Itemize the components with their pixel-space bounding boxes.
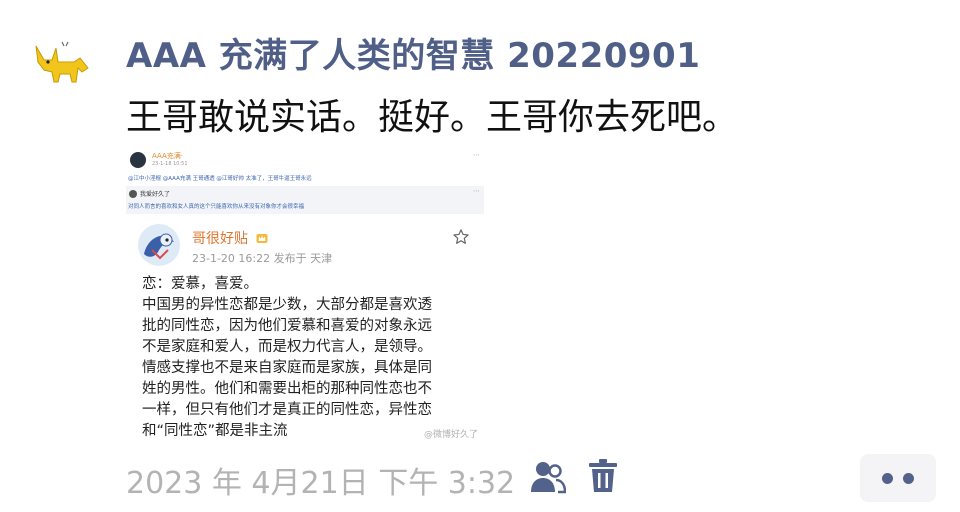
card-meta: 23-1-20 16:22 发布于 天津 [192, 252, 333, 265]
card-line: 一样，但只有他们才是真正的同性恋，异性恋 [142, 402, 432, 418]
card-line: 情感支撑也不是来自家庭而是家族，具体是同 [142, 360, 432, 376]
more-dot [903, 473, 914, 484]
card-avatar [138, 224, 180, 266]
post-timestamp: 2023 年 4月21日 下午 3:32 [126, 466, 516, 501]
card-line: 中国男的异性恋都是少数，大部分都是喜欢透 [142, 297, 432, 313]
more-dot [882, 473, 893, 484]
crown-badge-icon [256, 234, 268, 243]
band-text: 对同人而言的喜欢和女人真的这个只能喜欢你从来没有对象你才会很幸福 [128, 204, 305, 210]
card-line: 姓的男性。他们和需要出柜的那种同性恋也不 [142, 381, 432, 397]
card-line: 不是家庭和爱人，而是权力代言人，是领导。 [142, 339, 432, 355]
post-text: 王哥敢说实话。挺好。王哥你去死吧。 [126, 97, 739, 138]
trash-icon[interactable] [588, 458, 618, 494]
blue-character-icon [138, 224, 180, 266]
mini-dots-icon: ⋯ [473, 151, 480, 159]
mini-time: 23-1-18 10:51 [152, 161, 188, 167]
card-name: 哥很好贴 [192, 228, 268, 248]
band-name: 我爱好久了 [140, 191, 171, 198]
card-line: 恋：爱慕，喜爱。 [142, 276, 258, 292]
image-top-post: AAA充满· 23-1-18 10:51 ⋯ @江中小淫棍 @AAA充满 王哥通… [126, 150, 484, 188]
mini-name: AAA充满· [152, 152, 183, 160]
band-dots-icon: ⋯ [473, 187, 480, 195]
card-name-text: 哥很好贴 [192, 231, 248, 247]
star-icon [453, 229, 469, 244]
card-line: 和“同性恋”都是非主流 [142, 423, 288, 439]
people-icon[interactable] [530, 460, 566, 494]
yellow-cat-icon[interactable] [30, 38, 94, 90]
more-button[interactable] [860, 454, 936, 502]
band-avatar [129, 190, 137, 198]
watermark: @微博好久了 [423, 430, 478, 440]
post-author[interactable]: AAA 充满了人类的智慧 20220901 [126, 28, 700, 77]
card-line: 批的同性恋，因为他们爱慕和喜爱的对象永远 [142, 318, 432, 334]
card-text: 恋：爱慕，喜爱。 中国男的异性恋都是少数，大部分都是喜欢透 批的同性恋，因为他们… [142, 274, 432, 442]
mini-avatar [130, 152, 146, 168]
image-comment-band: 我爱好久了 ⋯ 对同人而言的喜欢和女人真的这个只能喜欢你从来没有对象你才会很幸福 [126, 186, 484, 214]
image-card: 哥很好贴 23-1-20 16:22 发布于 天津 恋：爱慕，喜爱。 中国男的异… [126, 216, 484, 446]
post-image[interactable]: AAA充满· 23-1-18 10:51 ⋯ @江中小淫棍 @AAA充满 王哥通… [126, 150, 484, 446]
mini-body: @江中小淫棍 @AAA充满 王哥通透 @江哥好帅 太准了，王哥牛逼王哥永远 [128, 176, 312, 182]
